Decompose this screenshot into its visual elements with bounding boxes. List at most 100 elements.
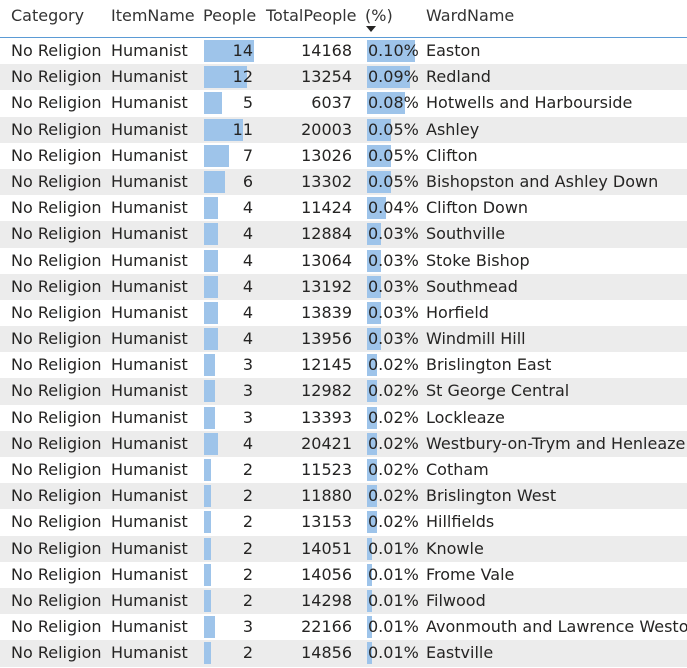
cell-total-people: 13026 (301, 145, 352, 165)
cell-total-people: 13153 (301, 512, 352, 532)
sort-descending-icon[interactable] (366, 26, 376, 32)
table-row[interactable]: No Religion Humanist 7 13026 0.05% Clifton (0, 143, 687, 169)
cell-total-people: 20003 (301, 119, 352, 139)
people-data-bar (204, 170, 225, 193)
column-header-people[interactable]: People (203, 6, 256, 25)
cell-pct: 0.01% (368, 617, 419, 637)
table-header: Category ItemName People TotalPeople (%)… (0, 0, 687, 38)
table-row[interactable]: No Religion Humanist 11 20003 0.05% Ashley (0, 116, 687, 143)
cell-total-people: 13064 (301, 250, 352, 270)
table-row[interactable]: No Religion Humanist 4 12884 0.03% Southville (0, 221, 687, 248)
cell-people: 2 (242, 512, 253, 532)
cell-total-people: 20421 (301, 433, 352, 453)
cell-ward-name: Southmead (426, 276, 518, 296)
cell-total-people: 13192 (301, 276, 352, 296)
cell-ward-name: Avonmouth and Lawrence Weston (426, 617, 687, 637)
cell-people: 2 (242, 486, 253, 506)
people-data-bar (204, 144, 229, 167)
cell-category: No Religion (11, 617, 102, 637)
cell-total-people: 13393 (301, 407, 352, 427)
cell-ward-name: Clifton Down (426, 198, 529, 218)
table-row[interactable]: No Religion Humanist 3 12145 0.02% Brislingto… (0, 352, 687, 378)
cell-item-name: Humanist (111, 538, 188, 558)
cell-item-name: Humanist (111, 224, 188, 244)
cell-ward-name: Hillfields (426, 512, 495, 532)
table-row[interactable]: No Religion Humanist 3 12982 0.02% St George … (0, 378, 687, 405)
column-header-pct[interactable]: (%) (365, 6, 393, 25)
cell-people: 4 (242, 302, 253, 322)
cell-total-people: 14856 (301, 643, 352, 663)
cell-people: 5 (242, 93, 253, 113)
cell-ward-name: St George Central (426, 381, 570, 401)
cell-people: 4 (242, 198, 253, 218)
cell-category: No Religion (11, 171, 102, 191)
cell-category: No Religion (11, 250, 102, 270)
cell-people: 2 (242, 643, 253, 663)
cell-people: 12 (232, 67, 253, 87)
people-data-bar (204, 616, 215, 639)
table-row[interactable]: No Religion Humanist 2 14056 0.01% Frome Vale (0, 562, 687, 588)
table-row[interactable]: No Religion Humanist 2 13153 0.02% Hillfields (0, 509, 687, 535)
cell-total-people: 13254 (301, 67, 352, 87)
table-row[interactable]: No Religion Humanist 6 13302 0.05% Bishopston… (0, 168, 687, 196)
cell-item-name: Humanist (111, 198, 188, 218)
cell-total-people: 11523 (301, 460, 352, 479)
cell-pct: 0.01% (368, 564, 419, 584)
cell-total-people: 14168 (301, 41, 352, 60)
table-row[interactable]: No Religion Humanist 4 13956 0.03% Windmill H… (0, 326, 687, 353)
people-data-bar (204, 197, 218, 220)
table-row[interactable]: No Religion Humanist 14 14168 0.10% Easton (0, 38, 687, 64)
cell-category: No Religion (11, 119, 102, 139)
table-row[interactable]: No Religion Humanist 3 22166 0.01% Avonmouth … (0, 614, 687, 640)
table-row[interactable]: No Religion Humanist 4 20421 0.02% Westbury-o… (0, 430, 687, 457)
cell-item-name: Humanist (111, 276, 188, 296)
table-row[interactable]: No Religion Humanist 3 13393 0.02% Lockleaze (0, 405, 687, 431)
cell-pct: 0.04% (368, 198, 419, 218)
cell-total-people: 13839 (301, 302, 352, 322)
cell-total-people: 14051 (301, 538, 352, 558)
column-header-category[interactable]: Category (11, 6, 84, 25)
people-data-bar (204, 537, 211, 560)
cell-category: No Religion (11, 538, 102, 558)
cell-total-people: 12982 (301, 381, 352, 401)
cell-total-people: 6037 (311, 93, 352, 113)
table-row[interactable]: No Religion Humanist 4 13192 0.03% Southmead (0, 273, 687, 300)
cell-ward-name: Clifton (426, 145, 478, 165)
table-row[interactable]: No Religion Humanist 2 11523 0.02% Cotham (0, 457, 687, 483)
cell-total-people: 14298 (301, 590, 352, 610)
table-row[interactable]: No Religion Humanist 4 13064 0.03% Stoke Bish… (0, 248, 687, 274)
column-header-total-people[interactable]: TotalPeople (266, 6, 357, 25)
cell-pct: 0.05% (368, 171, 419, 191)
column-header-item-name[interactable]: ItemName (111, 6, 195, 25)
cell-ward-name: Westbury-on-Trym and Henleaze (426, 433, 686, 453)
cell-item-name: Humanist (111, 67, 188, 87)
table-row[interactable]: No Religion Humanist 4 13839 0.03% Horfield (0, 300, 687, 326)
cell-pct: 0.03% (368, 302, 419, 322)
cell-category: No Religion (11, 433, 102, 453)
table-row[interactable]: No Religion Humanist 2 14856 0.01% Eastville (0, 640, 687, 667)
table-row[interactable]: No Religion Humanist 2 14051 0.01% Knowle (0, 535, 687, 562)
cell-pct: 0.05% (368, 119, 419, 139)
cell-pct: 0.01% (368, 538, 419, 558)
people-data-bar (204, 589, 211, 612)
cell-pct: 0.02% (368, 381, 419, 401)
cell-category: No Religion (11, 41, 102, 60)
table-row[interactable]: No Religion Humanist 2 11880 0.02% Brislingto… (0, 483, 687, 510)
table-row[interactable]: No Religion Humanist 4 11424 0.04% Clifton Do… (0, 195, 687, 221)
table-row[interactable]: No Religion Humanist 2 14298 0.01% Filwood (0, 587, 687, 615)
cell-category: No Religion (11, 224, 102, 244)
column-header-ward-name[interactable]: WardName (426, 6, 514, 25)
cell-total-people: 13302 (301, 171, 352, 191)
cell-pct: 0.02% (368, 512, 419, 532)
cell-total-people: 13956 (301, 329, 352, 349)
cell-ward-name: Lockleaze (426, 407, 505, 427)
cell-people: 7 (242, 145, 253, 165)
cell-people: 4 (242, 329, 253, 349)
table-row[interactable]: No Religion Humanist 12 13254 0.09% Redland (0, 64, 687, 91)
cell-item-name: Humanist (111, 355, 188, 375)
cell-ward-name: Cotham (426, 460, 489, 479)
people-data-bar (204, 223, 218, 246)
table-row[interactable]: No Religion Humanist 5 6037 0.08% Hotwells an… (0, 90, 687, 116)
cell-ward-name: Bishopston and Ashley Down (426, 171, 659, 191)
cell-item-name: Humanist (111, 93, 188, 113)
